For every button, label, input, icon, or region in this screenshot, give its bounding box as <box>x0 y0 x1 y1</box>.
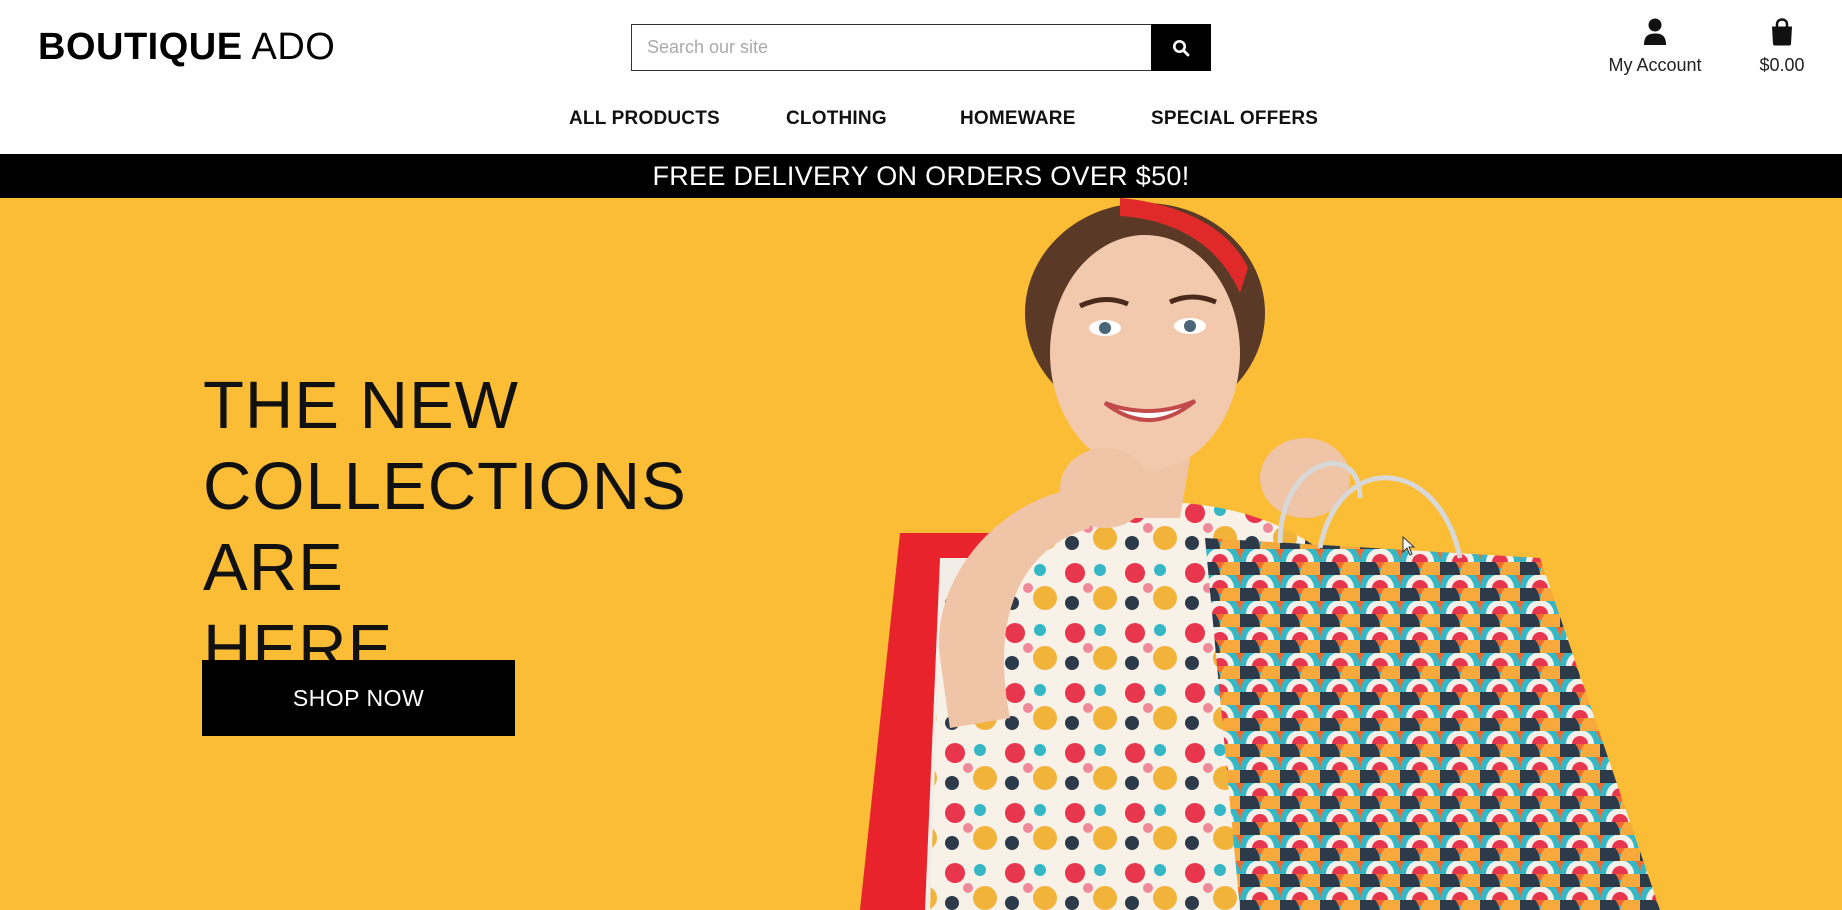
shopping-bag-link[interactable]: $0.00 <box>1742 18 1822 76</box>
nav-all-products[interactable]: ALL PRODUCTS <box>569 108 720 130</box>
bag-total: $0.00 <box>1759 55 1805 75</box>
user-icon <box>1644 18 1666 45</box>
my-account-label: My Account <box>1608 55 1702 75</box>
hero-model-image <box>860 198 1660 910</box>
search-form <box>631 24 1211 71</box>
search-icon <box>1173 39 1190 56</box>
mouse-cursor-icon <box>1402 536 1416 556</box>
delivery-banner: FREE DELIVERY ON ORDERS OVER $50! <box>0 154 1842 198</box>
shopping-bag-icon <box>1772 18 1792 46</box>
brand-logo[interactable]: BOUTIQUE ADO <box>38 26 335 69</box>
nav-homeware[interactable]: HOMEWARE <box>960 108 1076 130</box>
main-nav: ALL PRODUCTS CLOTHING HOMEWARE SPECIAL O… <box>0 108 1842 136</box>
hero-section: THE NEW COLLECTIONS ARE HERE SHOP NOW <box>0 198 1842 910</box>
nav-clothing[interactable]: CLOTHING <box>786 108 887 130</box>
brand-name-light: ADO <box>242 26 336 68</box>
hero-title: THE NEW COLLECTIONS ARE HERE <box>203 365 843 689</box>
search-button[interactable] <box>1151 24 1211 71</box>
shop-now-button[interactable]: SHOP NOW <box>202 660 515 736</box>
nav-special-offers[interactable]: SPECIAL OFFERS <box>1151 108 1318 130</box>
hero-title-line-1: THE NEW <box>203 368 519 443</box>
brand-name-bold: BOUTIQUE <box>38 26 243 68</box>
search-input[interactable] <box>631 24 1151 71</box>
my-account-link[interactable]: My Account <box>1595 18 1715 76</box>
hero-title-line-2: COLLECTIONS ARE <box>203 449 687 605</box>
site-header: BOUTIQUE ADO My Account $0.00 ALL PRODUC… <box>0 0 1842 154</box>
